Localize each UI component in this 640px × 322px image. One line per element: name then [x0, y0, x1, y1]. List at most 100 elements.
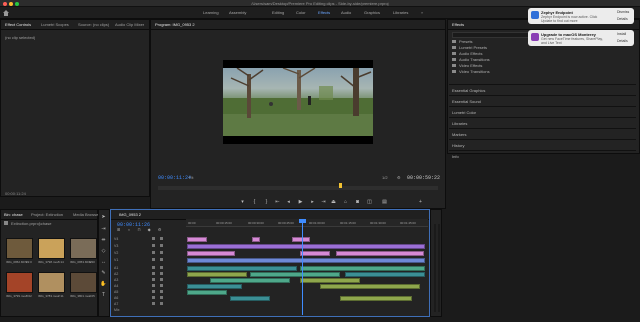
- program-timecode[interactable]: 00:00:11:24: [158, 175, 191, 181]
- razor-tool-icon[interactable]: ◇: [100, 248, 107, 255]
- audio-clip[interactable]: [300, 278, 360, 283]
- extract-icon[interactable]: ⌂: [342, 199, 349, 205]
- install-button[interactable]: Install: [617, 32, 626, 36]
- workspace-overflow[interactable]: »: [421, 10, 423, 15]
- tab-source[interactable]: Source: (no clips): [78, 22, 109, 27]
- pen-tool-icon[interactable]: ✎: [100, 270, 107, 277]
- section-history[interactable]: History: [449, 139, 636, 150]
- tab-project[interactable]: Project: Extinction: [31, 212, 63, 217]
- section-markers[interactable]: Markers: [449, 128, 636, 139]
- audio-clip[interactable]: [187, 266, 297, 271]
- export-frame-icon[interactable]: ◙: [354, 199, 361, 205]
- mute-icon[interactable]: [152, 266, 155, 269]
- play-icon[interactable]: ▶: [297, 199, 304, 205]
- mute-icon[interactable]: [152, 302, 155, 305]
- track-header-v3[interactable]: V3: [112, 243, 184, 249]
- audio-clip[interactable]: [187, 290, 227, 295]
- clip-thumbnail[interactable]: [6, 238, 33, 259]
- solo-icon[interactable]: [160, 266, 163, 269]
- video-clip[interactable]: [187, 258, 425, 263]
- video-clip[interactable]: [252, 237, 260, 242]
- workspace-assembly[interactable]: Assembly: [229, 10, 246, 15]
- workspace-libraries[interactable]: Libraries: [393, 10, 408, 15]
- workspace-audio[interactable]: Audio: [341, 10, 351, 15]
- clip-thumbnail[interactable]: [6, 272, 33, 293]
- details-button[interactable]: Details: [617, 39, 628, 43]
- solo-icon[interactable]: [160, 302, 163, 305]
- track-header-v4[interactable]: V4: [112, 236, 184, 242]
- folder-video-effects[interactable]: Video Effects: [452, 63, 482, 68]
- tab-media-browser[interactable]: Media Browser: [73, 212, 100, 217]
- clip-thumbnail[interactable]: [70, 272, 97, 293]
- folder-presets[interactable]: Presets: [452, 39, 473, 44]
- solo-icon[interactable]: [160, 296, 163, 299]
- video-clip[interactable]: [292, 237, 310, 242]
- folder-audio-transitions[interactable]: Audio Transitions: [452, 57, 490, 62]
- lock-icon[interactable]: [152, 251, 155, 254]
- track-select-tool-icon[interactable]: ⇥: [100, 226, 107, 233]
- audio-clip[interactable]: [320, 284, 420, 289]
- audio-clip[interactable]: [300, 266, 425, 271]
- workspace-effects[interactable]: Effects: [318, 10, 330, 15]
- timeline-toolbar[interactable]: ⊞ ∩ ⊓ ◆ ⚙: [117, 227, 177, 233]
- details-button[interactable]: Details: [617, 17, 628, 21]
- mark-out-icon[interactable]: }: [263, 199, 270, 205]
- mute-icon[interactable]: [152, 284, 155, 287]
- section-essential-graphics[interactable]: Essential Graphics: [449, 84, 636, 95]
- workspace-editing[interactable]: Editing: [272, 10, 284, 15]
- tab-program[interactable]: Program: IMG_0953 2: [155, 22, 195, 27]
- tab-sequence[interactable]: IMG_0953 2: [119, 212, 141, 217]
- wrench-icon[interactable]: ⚙: [397, 175, 405, 180]
- program-playhead[interactable]: [339, 183, 342, 188]
- multicam-icon[interactable]: ▤: [381, 199, 388, 205]
- folder-audio-effects[interactable]: Audio Effects: [452, 51, 483, 56]
- step-forward-icon[interactable]: ▸: [309, 199, 316, 205]
- fit-dropdown[interactable]: Fit: [189, 175, 193, 180]
- video-clip[interactable]: [187, 237, 207, 242]
- playhead-handle[interactable]: [299, 219, 306, 223]
- video-clip[interactable]: [336, 251, 424, 256]
- eye-icon[interactable]: [160, 251, 163, 254]
- ripple-edit-tool-icon[interactable]: ⇹: [100, 237, 107, 244]
- tab-effects[interactable]: Effects: [452, 22, 464, 27]
- audio-clip[interactable]: [345, 272, 425, 277]
- section-lumetri-color[interactable]: Lumetri Color: [449, 106, 636, 117]
- solo-icon[interactable]: [160, 278, 163, 281]
- audio-clip[interactable]: [210, 278, 290, 283]
- clip-thumbnail[interactable]: [70, 238, 97, 259]
- eye-icon[interactable]: [160, 244, 163, 247]
- dismiss-button[interactable]: Dismiss: [617, 10, 629, 14]
- section-libraries[interactable]: Libraries: [449, 117, 636, 128]
- hand-tool-icon[interactable]: ✋: [100, 281, 107, 288]
- video-clip[interactable]: [187, 251, 235, 256]
- type-tool-icon[interactable]: T: [100, 292, 107, 299]
- video-clip[interactable]: [187, 244, 425, 249]
- go-to-in-icon[interactable]: ⇤: [274, 199, 281, 205]
- solo-icon[interactable]: [160, 272, 163, 275]
- workspace-learning[interactable]: Learning: [203, 10, 219, 15]
- timeline-playhead[interactable]: [302, 219, 303, 315]
- section-essential-sound[interactable]: Essential Sound: [449, 95, 636, 106]
- section-info[interactable]: Info: [449, 150, 636, 159]
- notification-monterey[interactable]: Upgrade to macOS Monterey Get new FaceTi…: [528, 30, 634, 46]
- comparison-view-icon[interactable]: ◫: [366, 199, 373, 205]
- workspace-graphics[interactable]: Graphics: [364, 10, 380, 15]
- lock-icon[interactable]: [152, 237, 155, 240]
- tab-bin-chase[interactable]: Bin: chase: [4, 212, 23, 217]
- eye-icon[interactable]: [160, 237, 163, 240]
- eye-icon[interactable]: [160, 258, 163, 261]
- audio-clip[interactable]: [340, 296, 412, 301]
- track-header-mix[interactable]: Mix: [112, 307, 184, 313]
- folder-video-transitions[interactable]: Video Transitions: [452, 69, 490, 74]
- mute-icon[interactable]: [152, 272, 155, 275]
- mute-icon[interactable]: [152, 296, 155, 299]
- mute-icon[interactable]: [152, 278, 155, 281]
- resolution-dropdown[interactable]: 1/2: [382, 175, 388, 180]
- track-header-v2[interactable]: V2: [112, 250, 184, 256]
- audio-clip[interactable]: [230, 296, 270, 301]
- lock-icon[interactable]: [152, 244, 155, 247]
- program-frame[interactable]: [223, 60, 373, 144]
- mark-in-icon[interactable]: {: [251, 199, 258, 205]
- notification-zephyr[interactable]: Zephyr Endpoint Zephyr Endpoint is now a…: [528, 8, 634, 24]
- lock-icon[interactable]: [152, 258, 155, 261]
